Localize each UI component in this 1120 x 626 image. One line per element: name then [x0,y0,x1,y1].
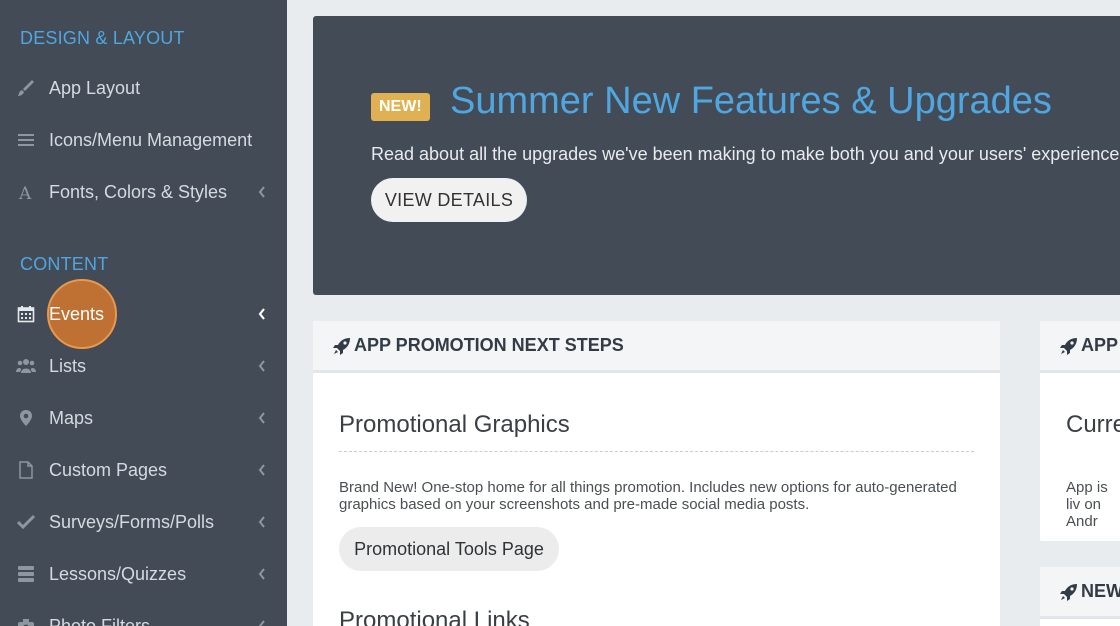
sidebar-item-surveys[interactable]: Surveys/Forms/Polls [0,498,287,546]
news-card: NEW [1040,567,1120,626]
users-icon [14,354,38,378]
section-title-content: CONTENT [20,254,109,274]
paintbrush-icon [14,76,38,100]
sidebar-item-label: Icons/Menu Management [49,129,253,150]
map-pin-icon [14,406,38,430]
sidebar-item-lists[interactable]: Lists [0,342,287,390]
section-title-design: DESIGN & LAYOUT [20,28,185,48]
divider [339,451,974,452]
menu-lines-icon [14,128,38,152]
sidebar-item-fonts-colors[interactable]: A Fonts, Colors & Styles [0,168,287,216]
sidebar-item-label: Surveys/Forms/Polls [49,511,215,532]
card-header: APP S [1040,321,1120,373]
file-icon [14,458,38,482]
font-icon: A [14,180,38,204]
sidebar-item-app-layout[interactable]: App Layout [0,64,287,112]
rocket-icon [1060,337,1078,355]
camera-icon [14,614,38,626]
card-title: APP PROMOTION NEXT STEPS [354,335,624,355]
banner-title: Summer New Features & Upgrades [450,80,1052,122]
new-badge: NEW! [371,93,430,121]
sidebar-item-maps[interactable]: Maps [0,394,287,442]
chevron-left-icon [256,566,268,582]
card-header: APP PROMOTION NEXT STEPS [313,321,1000,373]
chevron-left-icon [256,514,268,530]
sidebar-item-label: Lessons/Quizzes [49,563,187,584]
rocket-icon [333,337,351,355]
banner-description: Read about all the upgrades we've been m… [371,144,1120,164]
app-status-card: APP S Curre App is liv on Andr [1040,321,1120,541]
sidebar-item-label: Maps [49,407,94,428]
app-promotion-card: APP PROMOTION NEXT STEPS Promotional Gra… [313,321,1000,626]
sidebar-item-label: Custom Pages [49,459,168,480]
view-details-button[interactable]: VIEW DETAILS [371,178,527,222]
sidebar-item-icons-menu[interactable]: Icons/Menu Management [0,116,287,164]
card-header: NEW [1040,567,1120,619]
chevron-left-icon [256,410,268,426]
rocket-icon [1060,583,1078,601]
sidebar-item-lessons[interactable]: Lessons/Quizzes [0,550,287,598]
promotional-graphics-text: Brand New! One-stop home for all things … [339,479,957,513]
sidebar: DESIGN & LAYOUT App Layout Icons/Menu Ma… [0,0,287,626]
sidebar-item-label: Photo Filters [49,615,151,626]
card-title: NEW [1081,581,1120,601]
sidebar-item-events[interactable]: Events [0,290,287,338]
promotional-graphics-title: Promotional Graphics [339,411,570,438]
sidebar-item-label: Events [49,303,105,324]
chevron-left-icon [256,358,268,374]
promotional-tools-button[interactable]: Promotional Tools Page [339,527,559,571]
calendar-icon [14,302,38,326]
chevron-left-icon [256,306,268,322]
chevron-left-icon [256,462,268,478]
sidebar-item-photo-filters[interactable]: Photo Filters [0,602,287,626]
features-banner: NEW! Summer New Features & Upgrades Read… [313,16,1120,295]
sidebar-item-label: Lists [49,355,87,376]
sidebar-item-custom-pages[interactable]: Custom Pages [0,446,287,494]
card-title: APP S [1081,335,1120,355]
sidebar-item-label: App Layout [49,77,141,98]
sidebar-item-label: Fonts, Colors & Styles [49,181,228,202]
svg-text:A: A [18,184,32,201]
status-title: Curre [1066,411,1120,438]
promotional-links-title: Promotional Links [339,607,530,626]
stack-icon [14,562,38,586]
status-text: App is liv on Andr [1066,479,1108,530]
chevron-left-icon [256,618,268,626]
check-icon [14,510,38,534]
chevron-left-icon [256,184,268,200]
